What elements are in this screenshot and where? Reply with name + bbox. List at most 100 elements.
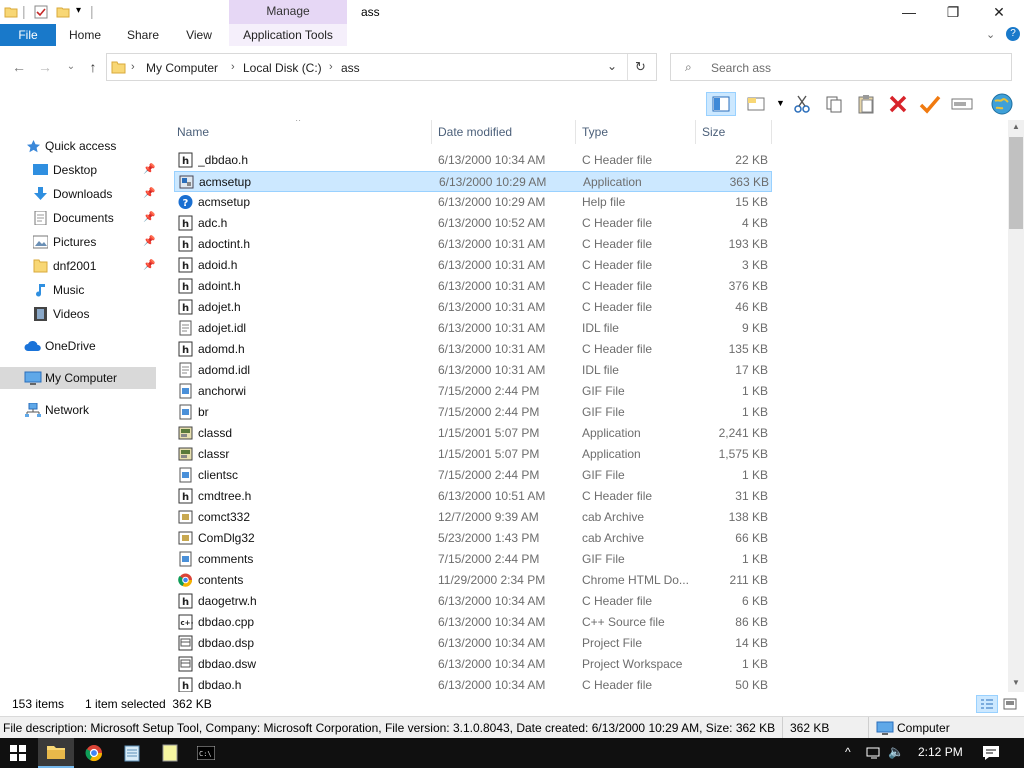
chevron-down-icon[interactable]: ▾: [76, 5, 81, 16]
table-row[interactable]: comct332 12/7/2000 9:39 AM cab Archive 138 …: [174, 507, 772, 528]
table-row[interactable]: comments 7/15/2000 2:44 PM GIF File 1 KB: [174, 549, 772, 570]
table-row[interactable]: h dbdao.h 6/13/2000 10:34 AM C Header file 5…: [174, 675, 772, 692]
taskbar-notepad[interactable]: [114, 738, 150, 768]
rename-icon[interactable]: [950, 92, 974, 116]
sidebar-item-network[interactable]: Network: [0, 399, 156, 421]
taskbar-file-explorer[interactable]: [38, 738, 74, 768]
show-hidden-icons-chevron-icon[interactable]: ^: [845, 745, 851, 759]
breadcrumb-my-computer[interactable]: My Computer: [146, 61, 218, 75]
sidebar-item-dnf2001[interactable]: dnf2001 📌: [0, 255, 156, 277]
tab-share[interactable]: Share: [118, 24, 168, 46]
table-row[interactable]: classd 1/15/2001 5:07 PM Application 2,241 …: [174, 423, 772, 444]
up-arrow-icon[interactable]: ↑: [84, 58, 102, 76]
sidebar-item-music[interactable]: Music: [0, 279, 156, 301]
maximize-button[interactable]: ❐: [930, 0, 976, 24]
taskbar-chrome[interactable]: [76, 738, 112, 768]
taskbar-clock[interactable]: 2:12 PM: [918, 745, 963, 759]
scroll-up-icon[interactable]: ▲: [1012, 122, 1020, 131]
breadcrumb-local-disk[interactable]: Local Disk (C:): [243, 61, 322, 75]
table-row[interactable]: br 7/15/2000 2:44 PM GIF File 1 KB: [174, 402, 772, 423]
scrollbar-thumb[interactable]: [1009, 137, 1023, 229]
delete-icon[interactable]: [886, 92, 910, 116]
column-header-name[interactable]: Name: [174, 120, 432, 144]
address-bar[interactable]: › My Computer › Local Disk (C:) › ass ⌄ …: [106, 53, 657, 81]
breadcrumb-separator-icon[interactable]: ›: [329, 61, 333, 73]
table-row[interactable]: ComDlg32 5/23/2000 1:43 PM cab Archive 66 K…: [174, 528, 772, 549]
paste-icon[interactable]: [854, 92, 878, 116]
minimize-button[interactable]: —: [886, 0, 932, 24]
close-button[interactable]: ✕: [976, 0, 1022, 24]
sidebar-item-my-computer[interactable]: My Computer: [0, 367, 156, 389]
table-row[interactable]: dbdao.dsp 6/13/2000 10:34 AM Project File 1…: [174, 633, 772, 654]
help-icon[interactable]: ?: [1006, 27, 1020, 41]
sidebar-item-documents[interactable]: Documents 📌: [0, 207, 156, 229]
search-input[interactable]: Search ass: [711, 61, 771, 75]
table-row[interactable]: h adomd.h 6/13/2000 10:31 AM C Header file 1…: [174, 339, 772, 360]
sidebar-item-downloads[interactable]: Downloads 📌: [0, 183, 156, 205]
tab-view[interactable]: View: [176, 24, 222, 46]
new-folder-icon[interactable]: [56, 5, 70, 19]
sidebar-item-videos[interactable]: Videos: [0, 303, 156, 325]
globe-icon[interactable]: [990, 92, 1014, 116]
search-box[interactable]: ⌕ Search ass: [670, 53, 1012, 81]
sidebar-item-onedrive[interactable]: OneDrive: [0, 335, 156, 357]
tab-home[interactable]: Home: [60, 24, 110, 46]
tab-application-tools[interactable]: Application Tools: [229, 24, 347, 46]
table-row[interactable]: c++ dbdao.cpp 6/13/2000 10:34 AM C++ Source…: [174, 612, 772, 633]
breadcrumb-separator-icon[interactable]: ›: [131, 61, 135, 73]
column-header-size[interactable]: Size: [698, 120, 772, 144]
sidebar-item-desktop[interactable]: Desktop 📌: [0, 159, 156, 181]
pin-icon[interactable]: 📌: [143, 183, 155, 205]
file-tab[interactable]: File: [0, 24, 56, 46]
taskbar-command-prompt[interactable]: C:\: [188, 738, 224, 768]
table-row[interactable]: h adoctint.h 6/13/2000 10:31 AM C Header fi…: [174, 234, 772, 255]
pin-icon[interactable]: 📌: [143, 159, 155, 181]
scroll-down-icon[interactable]: ▼: [1012, 678, 1020, 687]
properties-check-icon[interactable]: [918, 92, 942, 116]
table-row[interactable]: anchorwi 7/15/2000 2:44 PM GIF File 1 KB: [174, 381, 772, 402]
folder-icon[interactable]: [4, 5, 18, 19]
table-row[interactable]: dbdao.dsw 6/13/2000 10:34 AM Project Works…: [174, 654, 772, 675]
network-status-icon[interactable]: [866, 746, 882, 760]
table-row[interactable]: ? acmsetup 6/13/2000 10:29 AM Help file 15 K…: [174, 192, 772, 213]
view-dropdown-chevron-icon[interactable]: ▼: [776, 98, 785, 108]
breadcrumb-separator-icon[interactable]: ›: [231, 61, 235, 73]
view-icon[interactable]: [744, 92, 768, 116]
back-arrow-icon[interactable]: ←: [10, 58, 28, 76]
breadcrumb-ass[interactable]: ass: [341, 61, 360, 75]
table-row[interactable]: h adojet.h 6/13/2000 10:31 AM C Header file…: [174, 297, 772, 318]
recent-locations-chevron-icon[interactable]: ⌄: [62, 58, 80, 76]
table-row[interactable]: classr 1/15/2001 5:07 PM Application 1,575 …: [174, 444, 772, 465]
taskbar-sticky-notes[interactable]: [152, 738, 188, 768]
ribbon-expand-icon[interactable]: ⌄: [986, 28, 995, 41]
table-row[interactable]: contents 11/29/2000 2:34 PM Chrome HTML Do…: [174, 570, 772, 591]
sidebar-item-pictures[interactable]: Pictures 📌: [0, 231, 156, 253]
copy-icon[interactable]: [822, 92, 846, 116]
refresh-icon[interactable]: ↻: [635, 59, 646, 75]
table-row[interactable]: clientsc 7/15/2000 2:44 PM GIF File 1 KB: [174, 465, 772, 486]
properties-icon[interactable]: [34, 5, 48, 19]
table-row[interactable]: h adoint.h 6/13/2000 10:31 AM C Header file…: [174, 276, 772, 297]
manage-tab[interactable]: Manage: [229, 0, 347, 24]
table-row[interactable]: acmsetup 6/13/2000 10:29 AM Application 363…: [174, 171, 772, 192]
large-icons-view-icon[interactable]: [1000, 695, 1020, 713]
table-row[interactable]: adojet.idl 6/13/2000 10:31 AM IDL file 9 KB: [174, 318, 772, 339]
table-row[interactable]: h adoid.h 6/13/2000 10:31 AM C Header file 3…: [174, 255, 772, 276]
column-header-type[interactable]: Type: [578, 120, 696, 144]
address-history-chevron-icon[interactable]: ⌄: [607, 59, 617, 73]
cut-icon[interactable]: [790, 92, 814, 116]
column-header-date-modified[interactable]: Date modified: [434, 120, 576, 144]
forward-arrow-icon[interactable]: →: [36, 58, 54, 76]
volume-icon[interactable]: 🔈: [888, 744, 904, 760]
table-row[interactable]: h daogetrw.h 6/13/2000 10:34 AM C Header fi…: [174, 591, 772, 612]
pin-icon[interactable]: 📌: [143, 255, 155, 277]
table-row[interactable]: h cmdtree.h 6/13/2000 10:51 AM C Header fil…: [174, 486, 772, 507]
notification-center-icon[interactable]: [982, 745, 1000, 761]
details-view-icon[interactable]: [976, 695, 998, 713]
pin-icon[interactable]: 📌: [143, 231, 155, 253]
pin-icon[interactable]: 📌: [143, 207, 155, 229]
table-row[interactable]: h _dbdao.h 6/13/2000 10:34 AM C Header file…: [174, 150, 772, 171]
sidebar-item-quick-access[interactable]: Quick access: [0, 135, 156, 157]
table-row[interactable]: adomd.idl 6/13/2000 10:31 AM IDL file 17 KB: [174, 360, 772, 381]
table-row[interactable]: h adc.h 6/13/2000 10:52 AM C Header file 4 K…: [174, 213, 772, 234]
